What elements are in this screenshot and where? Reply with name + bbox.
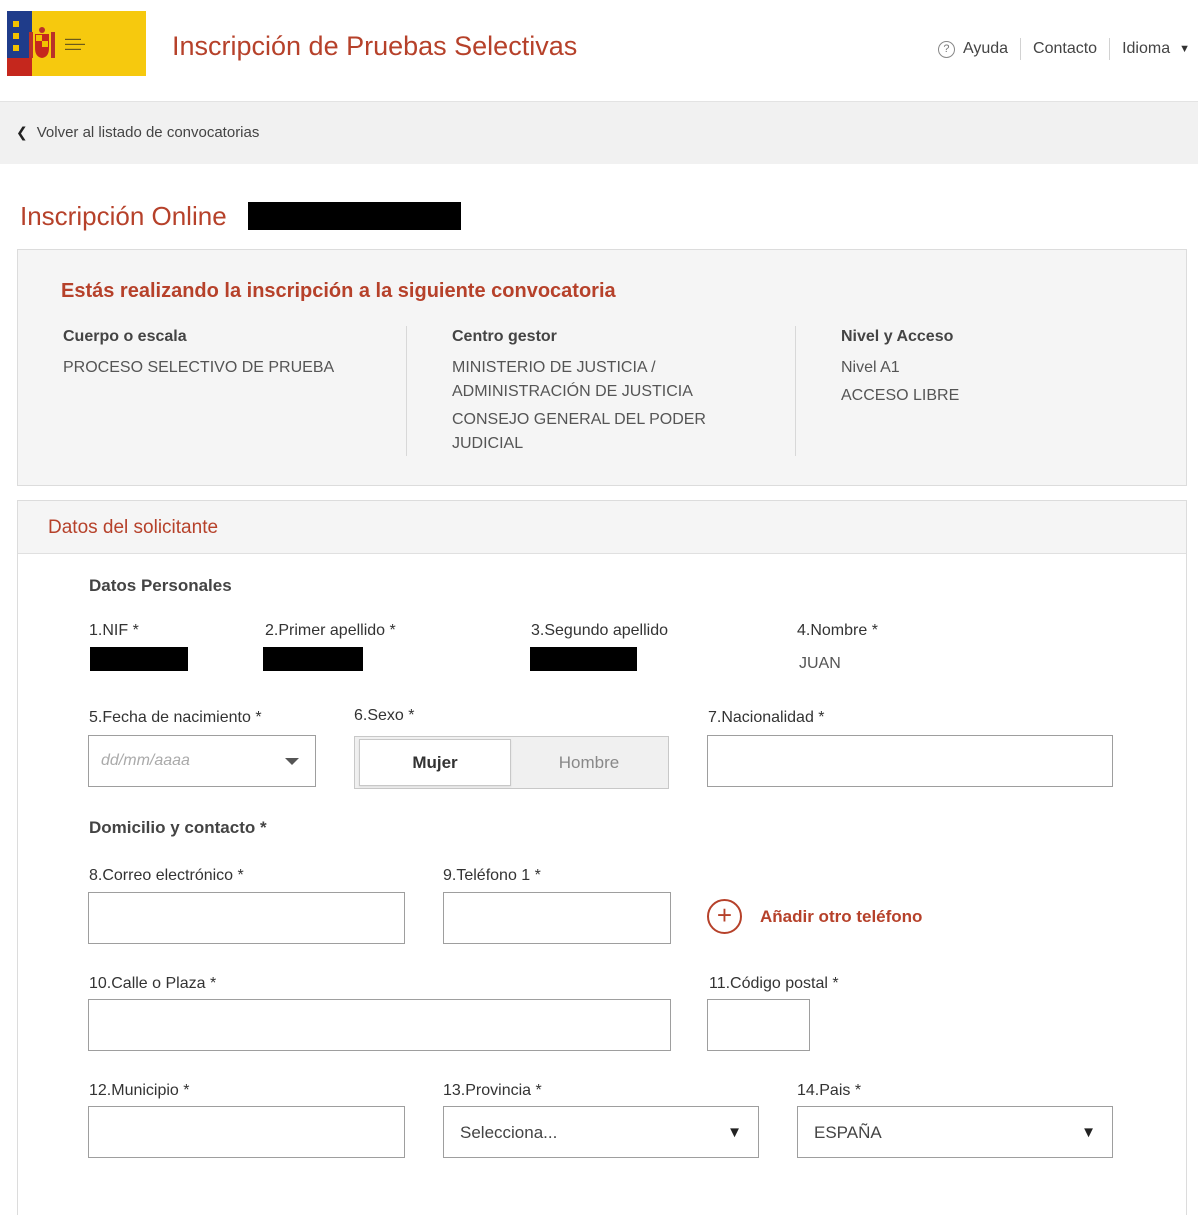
logo-caption: ▬▬▬▬ ▬▬▬▬▬ ▬▬▬▬ [65,36,85,51]
centro-line: JUDICIAL [452,435,524,452]
nationality-label: 7.Nacionalidad * [708,709,825,726]
nif-redacted [90,647,188,671]
cuerpo-column: Cuerpo o escala PROCESO SELECTIVO DE PRU… [63,328,393,380]
top-navigation: ? Ayuda Contacto Idioma ▼ [937,38,1190,60]
street-input[interactable] [89,1000,670,1050]
redacted-block [248,202,461,230]
dropdown-arrow-icon[interactable]: ▼ [1081,1124,1096,1141]
nav-divider [1109,38,1111,60]
caret-down-icon[interactable]: ▼ [1179,43,1190,55]
name-value: JUAN [799,655,841,672]
centro-label: Centro gestor [452,328,557,345]
dropdown-arrow-icon[interactable]: ▼ [727,1124,742,1141]
breadcrumb-bar: ❮ Volver al listado de convocatorias [0,102,1198,164]
nivel-label: Nivel y Acceso [841,328,954,345]
add-phone-label[interactable]: Añadir otro teléfono [760,907,922,927]
add-phone-button[interactable]: + Añadir otro teléfono [707,899,922,934]
email-input[interactable] [89,893,404,943]
nivel-line: ACCESO LIBRE [841,387,960,404]
nationality-input[interactable] [708,736,1112,786]
phone-label: 9.Teléfono 1 * [443,867,541,884]
phone-field[interactable] [443,892,671,944]
contact-heading: Domicilio y contacto * [89,818,267,837]
help-link[interactable]: Ayuda [963,40,1008,58]
back-link-label: Volver al listado de convocatorias [36,124,260,141]
centro-line: MINISTERIO DE JUSTICIA / [452,359,656,376]
government-logo[interactable]: ▬▬▬▬ ▬▬▬▬▬ ▬▬▬▬ [7,11,146,76]
postal-code-field[interactable] [707,999,810,1051]
solicitante-title: Datos del solicitante [48,517,219,538]
chevron-left-icon: ❮ [16,124,28,140]
province-label: 13.Provincia * [443,1082,542,1099]
centro-line: CONSEJO GENERAL DEL PODER [452,411,706,428]
nivel-line: Nivel A1 [841,359,900,376]
cuerpo-label: Cuerpo o escala [63,328,187,345]
street-field[interactable] [88,999,671,1051]
name-label: 4.Nombre * [797,622,878,639]
sex-label: 6.Sexo * [354,707,415,724]
contact-link[interactable]: Contacto [1033,40,1097,58]
sex-toggle: Mujer Hombre [354,736,669,789]
nav-divider [1020,38,1022,60]
phone-input[interactable] [444,893,670,943]
municipality-label: 12.Municipio * [89,1082,190,1099]
first-surname-redacted [263,647,363,671]
country-label: 14.Pais * [797,1082,862,1099]
postal-code-label: 11.Código postal * [709,975,839,992]
street-label: 10.Calle o Plaza * [89,975,217,992]
country-select-value: ESPAÑA [814,1123,882,1142]
solicitante-header: Datos del solicitante [18,501,1186,554]
convocatoria-summary: Estás realizando la inscripción a la sig… [17,249,1187,486]
language-menu[interactable]: Idioma [1122,40,1170,58]
birthdate-field[interactable] [88,735,316,787]
second-surname-redacted [530,647,637,671]
chevron-down-icon[interactable] [285,758,299,765]
nif-label: 1.NIF * [89,622,139,639]
province-select-value: Selecciona... [460,1123,558,1142]
birthdate-input[interactable] [89,736,315,786]
cuerpo-value: PROCESO SELECTIVO DE PRUEBA [63,359,335,376]
second-surname-label: 3.Segundo apellido [531,622,669,639]
municipality-field[interactable] [88,1106,405,1158]
page-title: Inscripción Online [20,201,227,231]
first-surname-label: 2.Primer apellido * [265,622,396,639]
app-header: ▬▬▬▬ ▬▬▬▬▬ ▬▬▬▬ Inscripción de Pruebas Sel… [0,0,1198,102]
email-field[interactable] [88,892,405,944]
centro-column: Centro gestor MINISTERIO DE JUSTICIA / A… [452,328,782,456]
personal-data-heading: Datos Personales [89,576,232,595]
centro-line: ADMINISTRACIÓN DE JUSTICIA [452,383,693,400]
nationality-field[interactable] [707,735,1113,787]
convocatoria-heading: Estás realizando la inscripción a la sig… [61,280,616,302]
nivel-column: Nivel y Acceso Nivel A1 ACCESO LIBRE [841,328,1171,408]
sex-option-hombre[interactable]: Hombre [513,739,665,786]
back-to-list-link[interactable]: ❮ Volver al listado de convocatorias [16,124,259,141]
province-select[interactable]: Selecciona... ▼ [443,1106,759,1158]
app-title[interactable]: Inscripción de Pruebas Selectivas [172,31,577,62]
sex-option-mujer[interactable]: Mujer [359,739,511,786]
birthdate-label: 5.Fecha de nacimiento * [89,709,262,726]
coat-of-arms-icon [29,27,55,58]
help-circle-icon[interactable]: ? [937,40,955,58]
plus-circle-icon[interactable]: + [707,899,742,934]
country-select[interactable]: ESPAÑA ▼ [797,1106,1113,1158]
column-divider [795,326,796,456]
column-divider [406,326,407,456]
email-label: 8.Correo electrónico * [89,867,244,884]
municipality-input[interactable] [89,1107,404,1157]
postal-code-input[interactable] [708,1000,809,1050]
